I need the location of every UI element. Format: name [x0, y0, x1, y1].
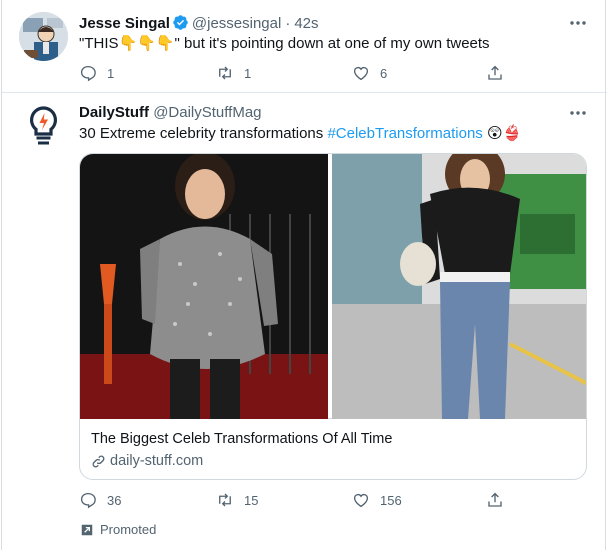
- retweet-icon: [219, 493, 231, 507]
- avatar[interactable]: [19, 12, 68, 61]
- tweet-text-body: 30 Extreme celebrity transformations: [79, 125, 328, 142]
- reply-icon: [80, 65, 96, 82]
- hashtag-link[interactable]: #CelebTransformations: [327, 125, 482, 142]
- reply-button[interactable]: 36: [79, 490, 121, 510]
- tweet-header: Jesse Singal @jessesingal · 42s: [79, 14, 319, 36]
- card-title[interactable]: The Biggest Celeb Transformations Of All…: [91, 431, 392, 447]
- like-count: 6: [380, 65, 388, 81]
- link-icon: [92, 455, 105, 467]
- handle[interactable]: @DailyStuffMag: [153, 104, 261, 121]
- retweet-button[interactable]: 15: [216, 490, 258, 510]
- share-button[interactable]: [486, 63, 504, 83]
- card-image[interactable]: [80, 154, 586, 419]
- share-icon: [488, 492, 502, 507]
- like-count: 156: [380, 492, 402, 508]
- tweet-jesse-singal[interactable]: Jesse Singal @jessesingal · 42s "THIS👇👇👇" b…: [2, 0, 607, 93]
- reply-count: 36: [107, 492, 122, 508]
- tweet-header: DailyStuff @DailyStuffMag: [79, 104, 262, 122]
- celebrity-photo-collage: [80, 154, 586, 419]
- timestamp[interactable]: 42s: [294, 15, 318, 32]
- tweet-dailystuff-promoted[interactable]: DailyStuff @DailyStuffMag 30 Extreme cel…: [2, 94, 607, 550]
- retweet-button[interactable]: 1: [216, 63, 251, 83]
- tweet-text: "THIS👇👇👇" but it's pointing down at one …: [79, 35, 490, 52]
- separator: ·: [285, 15, 291, 32]
- avatar-illustration: [19, 12, 68, 61]
- share-button[interactable]: [486, 490, 504, 510]
- handle[interactable]: @jessesingal: [192, 15, 281, 32]
- retweet-icon: [219, 66, 231, 80]
- verified-badge-icon: [172, 14, 189, 36]
- display-name[interactable]: DailyStuff: [79, 104, 149, 121]
- link-card[interactable]: The Biggest Celeb Transformations Of All…: [79, 153, 587, 480]
- promoted-text: Promoted: [100, 522, 157, 537]
- promoted-arrow-icon: [81, 524, 93, 535]
- card-domain-link[interactable]: daily-stuff.com: [91, 453, 203, 469]
- promoted-label: Promoted: [80, 522, 156, 537]
- more-dots-icon[interactable]: [569, 104, 587, 122]
- reply-button[interactable]: 1: [79, 63, 114, 83]
- reply-icon: [80, 492, 96, 509]
- tweet-emoji: 😲👙: [486, 125, 522, 142]
- lightbulb-logo-icon: [29, 106, 58, 145]
- like-button[interactable]: 156: [352, 490, 402, 510]
- avatar[interactable]: [19, 102, 68, 151]
- tweet-actions: 1 1 6: [79, 63, 519, 83]
- tweet-actions: 36 15 156: [79, 490, 519, 510]
- more-dots-icon[interactable]: [569, 14, 587, 32]
- heart-icon: [353, 493, 369, 508]
- card-domain: daily-stuff.com: [110, 453, 204, 469]
- like-button[interactable]: 6: [352, 63, 387, 83]
- retweet-count: 15: [244, 492, 259, 508]
- share-icon: [488, 65, 502, 80]
- heart-icon: [353, 66, 369, 81]
- reply-count: 1: [107, 65, 115, 81]
- timeline: Jesse Singal @jessesingal · 42s "THIS👇👇👇" b…: [1, 0, 607, 550]
- retweet-count: 1: [244, 65, 252, 81]
- tweet-text: 30 Extreme celebrity transformations #Ce…: [79, 124, 521, 144]
- display-name[interactable]: Jesse Singal: [79, 15, 170, 32]
